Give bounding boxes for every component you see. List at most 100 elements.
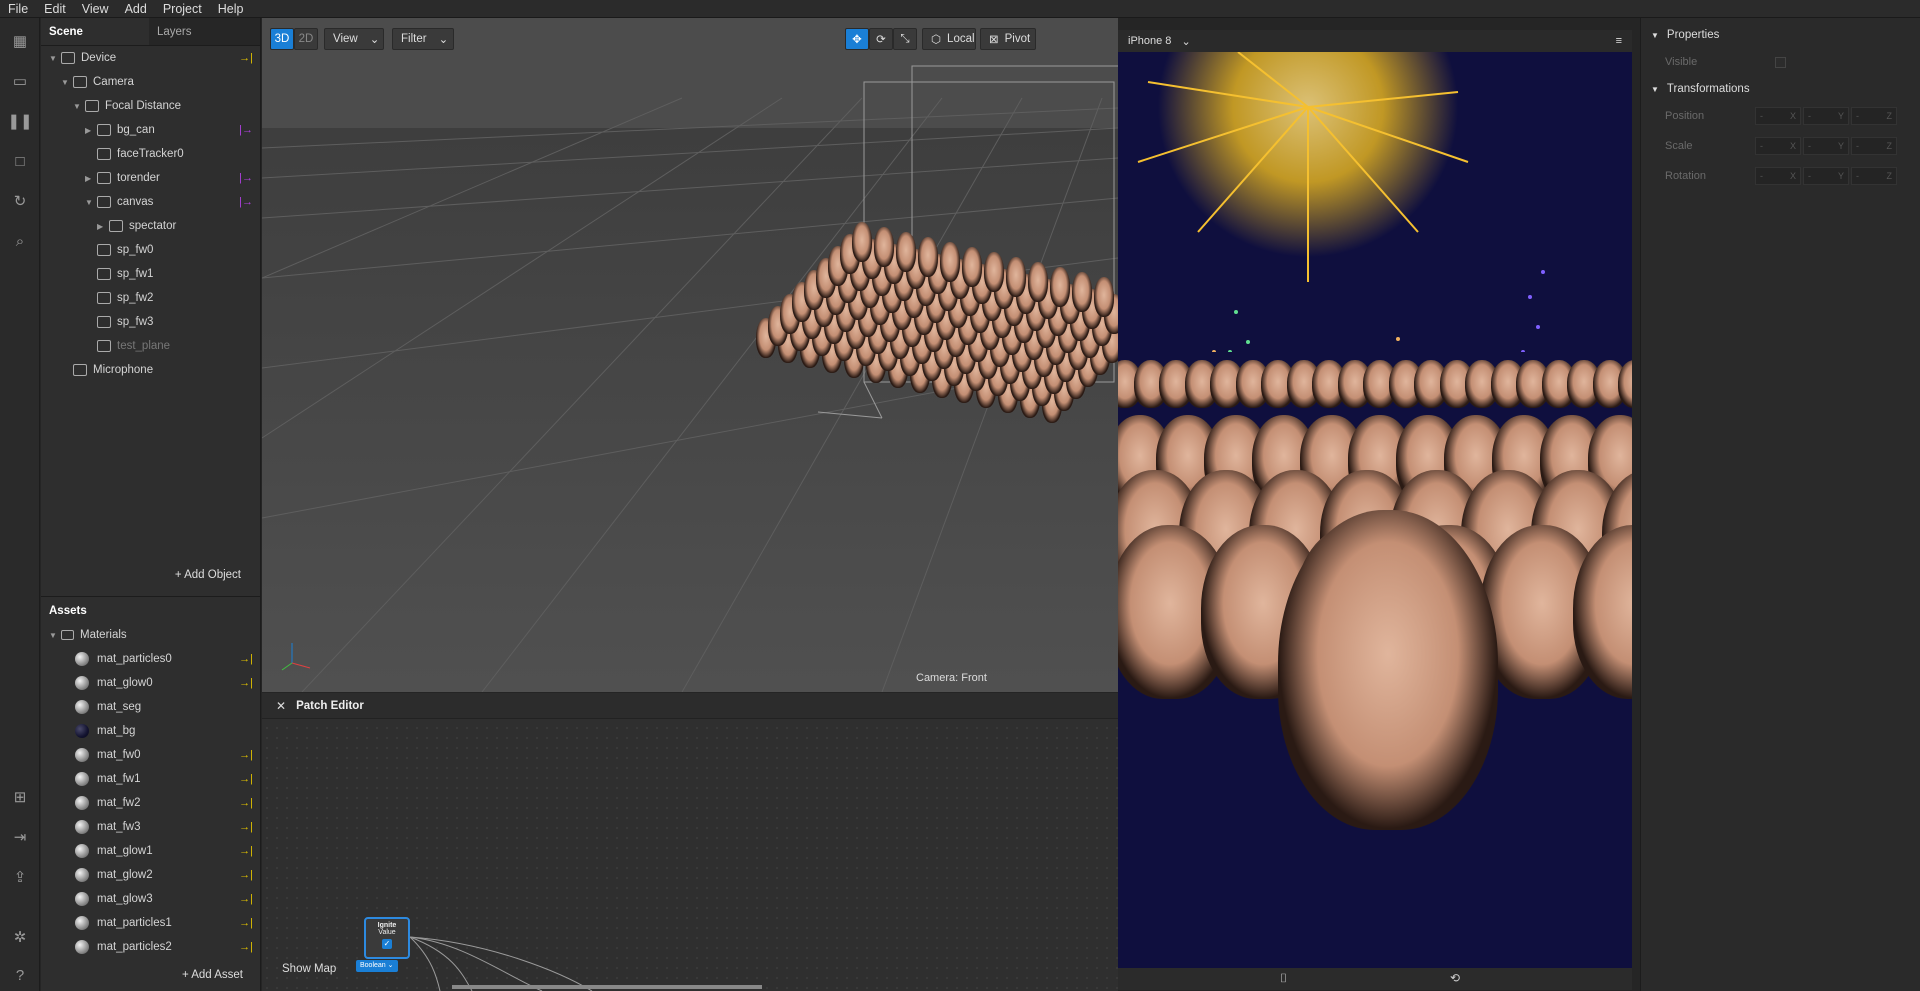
scene-tree-item[interactable]: sp_fw1 xyxy=(41,262,261,286)
checkbox-checked-icon[interactable]: ✓ xyxy=(382,939,392,949)
bug-report-icon[interactable]: ✲ xyxy=(9,926,31,948)
pivot-toggle[interactable]: ⊠ Pivot xyxy=(980,28,1036,50)
patch-link-icon[interactable]: →| xyxy=(239,677,253,689)
chevron-down-icon[interactable]: ▼ xyxy=(73,102,83,111)
materials-folder[interactable]: ▼ Materials xyxy=(41,623,261,647)
material-item[interactable]: mat_glow1 →| xyxy=(41,839,261,863)
patch-link-icon[interactable]: →| xyxy=(239,773,253,785)
chevron-down-icon[interactable]: ⌄ xyxy=(1181,35,1190,48)
transform-field[interactable]: -X xyxy=(1755,107,1801,125)
simulator-preview[interactable]: iPhone 8 ⌄ ≡ ⌷ ⟲ xyxy=(1118,30,1632,990)
transform-field[interactable]: -Y xyxy=(1803,137,1849,155)
viewport-3d[interactable]: 3D 2D View ⌄ Filter ⌄ ✥ ⟳ ⤡ ⬡ Local ⊠ Pi… xyxy=(262,18,1118,692)
menu-view[interactable]: View xyxy=(74,2,117,16)
menu-edit[interactable]: Edit xyxy=(36,2,74,16)
show-map-button[interactable]: Show Map xyxy=(282,963,336,975)
patch-link-icon[interactable]: →| xyxy=(239,893,253,905)
material-item[interactable]: mat_glow0 →| xyxy=(41,671,261,695)
view-dropdown[interactable]: View ⌄ xyxy=(324,28,384,50)
transform-field[interactable]: -Z xyxy=(1851,137,1897,155)
ignite-value-patch[interactable]: Ignite Value ✓ xyxy=(364,917,410,959)
material-item[interactable]: mat_bg xyxy=(41,719,261,743)
send-to-device-icon[interactable]: ⇥ xyxy=(9,826,31,848)
mode-2d-button[interactable]: 2D xyxy=(294,28,318,50)
material-item[interactable]: mat_fw0 →| xyxy=(41,743,261,767)
transform-field[interactable]: -Y xyxy=(1803,167,1849,185)
help-icon[interactable]: ? xyxy=(9,964,31,986)
patch-link-icon[interactable]: |→ xyxy=(239,124,253,136)
rotate-tool-icon[interactable]: ⟳ xyxy=(869,28,893,50)
chevron-right-icon[interactable]: ▶ xyxy=(97,222,107,231)
chevron-down-icon[interactable]: ▼ xyxy=(85,198,95,207)
add-object-button[interactable]: + Add Object xyxy=(41,569,261,581)
material-item[interactable]: mat_fw1 →| xyxy=(41,767,261,791)
chevron-down-icon[interactable]: ▼ xyxy=(1651,31,1659,40)
patch-editor[interactable]: ✕ Patch Editor Ignite Value ✓ Boolean ⌄ … xyxy=(262,693,1118,991)
menu-project[interactable]: Project xyxy=(155,2,210,16)
transform-field[interactable]: -Z xyxy=(1851,167,1897,185)
device-selector-label[interactable]: iPhone 8 xyxy=(1128,35,1171,47)
patch-link-icon[interactable]: →| xyxy=(239,653,253,665)
scene-tree-item[interactable]: sp_fw0 xyxy=(41,238,261,262)
menu-file[interactable]: File xyxy=(0,2,36,16)
stop-icon[interactable]: □ xyxy=(9,150,31,172)
chevron-down-icon[interactable]: ▼ xyxy=(61,78,71,87)
scene-tree-item[interactable]: sp_fw2 xyxy=(41,286,261,310)
material-item[interactable]: mat_fw2 →| xyxy=(41,791,261,815)
scene-tree-item[interactable]: ▶ spectator xyxy=(41,214,261,238)
rotate-device-icon[interactable]: ⟲ xyxy=(1450,971,1460,985)
filter-dropdown[interactable]: Filter ⌄ xyxy=(392,28,454,50)
chevron-right-icon[interactable]: ▶ xyxy=(85,126,95,135)
menu-help[interactable]: Help xyxy=(210,2,252,16)
local-toggle[interactable]: ⬡ Local xyxy=(922,28,976,50)
video-icon[interactable]: ▭ xyxy=(9,70,31,92)
transform-field[interactable]: -Y xyxy=(1803,107,1849,125)
scene-tree-item[interactable]: ▼ Device →| xyxy=(41,46,261,70)
scene-tree-item[interactable]: sp_fw3 xyxy=(41,310,261,334)
patch-link-icon[interactable]: →| xyxy=(239,52,253,64)
scene-tree-item[interactable]: faceTracker0 xyxy=(41,142,261,166)
chevron-right-icon[interactable]: ▶ xyxy=(85,174,95,183)
material-item[interactable]: mat_seg xyxy=(41,695,261,719)
patch-link-icon[interactable]: →| xyxy=(239,821,253,833)
scene-tree-item[interactable]: ▼ canvas |→ xyxy=(41,190,261,214)
layout-icon[interactable]: ▦ xyxy=(9,30,31,52)
transform-field[interactable]: -Z xyxy=(1851,107,1897,125)
camera-capture-icon[interactable]: ⌷ xyxy=(1280,971,1287,986)
material-item[interactable]: mat_fw3 →| xyxy=(41,815,261,839)
chevron-down-icon[interactable]: ▼ xyxy=(1651,85,1659,94)
scene-tree-item[interactable]: Microphone xyxy=(41,358,261,382)
scale-tool-icon[interactable]: ⤡ xyxy=(893,28,917,50)
scene-tree-item[interactable]: ▶ torender |→ xyxy=(41,166,261,190)
pause-icon[interactable]: ❚❚ xyxy=(7,110,32,132)
menu-icon[interactable]: ≡ xyxy=(1616,35,1622,47)
scene-tree-item[interactable]: ▼ Focal Distance xyxy=(41,94,261,118)
move-tool-icon[interactable]: ✥ xyxy=(845,28,869,50)
patch-link-icon[interactable]: |→ xyxy=(239,196,253,208)
patch-link-icon[interactable]: →| xyxy=(239,749,253,761)
material-item[interactable]: mat_particles0 →| xyxy=(41,647,261,671)
add-asset-button[interactable]: + Add Asset xyxy=(41,969,261,981)
patch-link-icon[interactable]: →| xyxy=(239,797,253,809)
test-on-device-icon[interactable]: ⊞ xyxy=(9,786,31,808)
chevron-down-icon[interactable]: ▼ xyxy=(49,54,59,63)
export-icon[interactable]: ⇪ xyxy=(9,866,31,888)
transform-field[interactable]: -X xyxy=(1755,167,1801,185)
transform-field[interactable]: -X xyxy=(1755,137,1801,155)
material-item[interactable]: mat_glow2 →| xyxy=(41,863,261,887)
refresh-icon[interactable]: ↻ xyxy=(9,190,31,212)
scene-tree-item[interactable]: ▼ Camera xyxy=(41,70,261,94)
material-item[interactable]: mat_particles2 →| xyxy=(41,935,261,959)
menu-add[interactable]: Add xyxy=(117,2,155,16)
scene-tree-item[interactable]: ▶ bg_can |→ xyxy=(41,118,261,142)
tab-scene[interactable]: Scene xyxy=(41,18,149,45)
search-icon[interactable]: ⌕ xyxy=(9,230,31,252)
scene-tree-item[interactable]: test_plane xyxy=(41,334,261,358)
patch-link-icon[interactable]: →| xyxy=(239,917,253,929)
mode-3d-button[interactable]: 3D xyxy=(270,28,294,50)
patch-link-icon[interactable]: |→ xyxy=(239,172,253,184)
tab-layers[interactable]: Layers xyxy=(149,18,257,45)
patch-link-icon[interactable]: →| xyxy=(239,845,253,857)
visible-checkbox[interactable] xyxy=(1775,56,1786,68)
patch-link-icon[interactable]: →| xyxy=(239,941,253,953)
